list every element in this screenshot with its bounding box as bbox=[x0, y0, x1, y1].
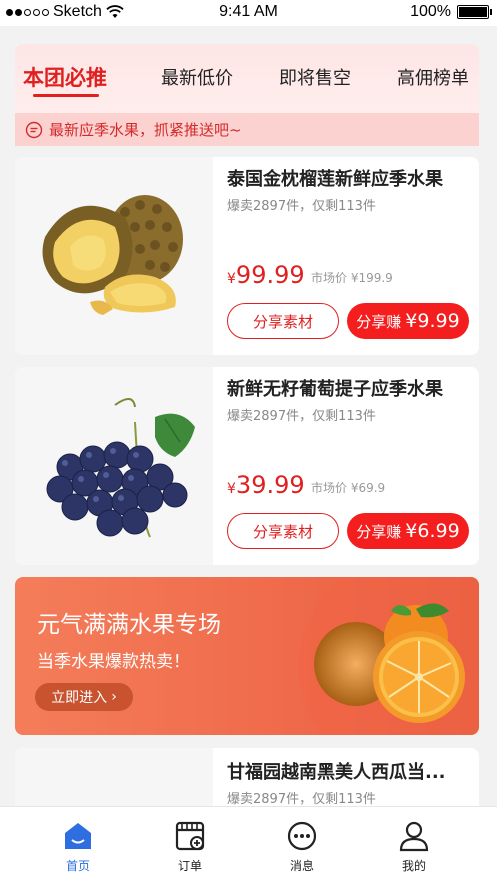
product-title[interactable]: 泰国金枕榴莲新鲜应季水果 bbox=[227, 165, 443, 191]
product-card[interactable]: 新鲜无籽葡萄提子应季水果 爆卖2897件，仅剩113件 ¥39.99 市场价 ¥… bbox=[15, 367, 479, 565]
durian-image bbox=[15, 157, 213, 355]
tab-messages[interactable]: 消息 bbox=[272, 819, 332, 874]
chevron-right-icon: › bbox=[111, 689, 117, 705]
product-title[interactable]: 甘福园越南黑美人西瓜当... bbox=[227, 758, 446, 784]
profile-icon bbox=[399, 821, 429, 852]
category-tabs: 本团必推 最新低价 即将售空 高佣榜单 bbox=[15, 58, 479, 98]
tab-must-push[interactable]: 本团必推 bbox=[23, 62, 107, 92]
product-price: ¥39.99 bbox=[227, 471, 305, 499]
product-card[interactable]: 泰国金枕榴莲新鲜应季水果 爆卖2897件，仅剩113件 ¥99.99 市场价 ¥… bbox=[15, 157, 479, 355]
message-icon bbox=[287, 821, 317, 851]
product-sales-info: 爆卖2897件，仅剩113件 bbox=[227, 199, 376, 214]
product-price: ¥99.99 bbox=[227, 261, 305, 289]
product-sales-info: 爆卖2897件，仅剩113件 bbox=[227, 409, 376, 424]
market-price: 市场价 ¥199.9 bbox=[311, 271, 393, 285]
share-earn-button[interactable]: 分享赚 ¥6.99 bbox=[347, 513, 469, 549]
tab-profile[interactable]: 我的 bbox=[384, 819, 444, 874]
order-icon bbox=[175, 821, 205, 851]
tab-orders[interactable]: 订单 bbox=[160, 819, 220, 874]
tab-high-commission[interactable]: 高佣榜单 bbox=[397, 64, 469, 90]
message-icon bbox=[25, 121, 43, 138]
notice-text: 最新应季水果，抓紧推送吧~ bbox=[49, 121, 242, 139]
banner-title: 元气满满水果专场 bbox=[37, 612, 221, 638]
banner-subtitle: 当季水果爆款热卖！ bbox=[37, 652, 190, 672]
orange-image bbox=[314, 603, 465, 723]
tab-almost-sold-out[interactable]: 即将售空 bbox=[279, 64, 351, 90]
notice-bar: 最新应季水果，抓紧推送吧~ bbox=[15, 113, 479, 146]
share-material-button[interactable]: 分享素材 bbox=[227, 513, 339, 549]
home-icon bbox=[65, 823, 91, 849]
product-sales-info: 爆卖2897件，仅剩113件 bbox=[227, 792, 376, 807]
enter-now-button[interactable]: 立即进入 › bbox=[35, 683, 133, 711]
share-earn-button[interactable]: 分享赚 ¥9.99 bbox=[347, 303, 469, 339]
bottom-tab-bar: 首页 订单 消息 我的 bbox=[0, 806, 497, 883]
product-title[interactable]: 新鲜无籽葡萄提子应季水果 bbox=[227, 375, 443, 401]
grape-image bbox=[15, 367, 213, 565]
battery-icon bbox=[457, 5, 492, 19]
status-bar: Sketch 9:41 AM 100% bbox=[0, 0, 497, 26]
tab-home[interactable]: 首页 bbox=[48, 819, 108, 874]
fruit-promo-banner[interactable]: 元气满满水果专场 当季水果爆款热卖！ 立即进入 › bbox=[15, 577, 479, 735]
active-tab-indicator bbox=[33, 94, 99, 97]
share-material-button[interactable]: 分享素材 bbox=[227, 303, 339, 339]
battery-percent: 100% bbox=[410, 3, 451, 20]
market-price: 市场价 ¥69.9 bbox=[311, 481, 386, 495]
tab-latest-low-price[interactable]: 最新低价 bbox=[161, 64, 233, 90]
